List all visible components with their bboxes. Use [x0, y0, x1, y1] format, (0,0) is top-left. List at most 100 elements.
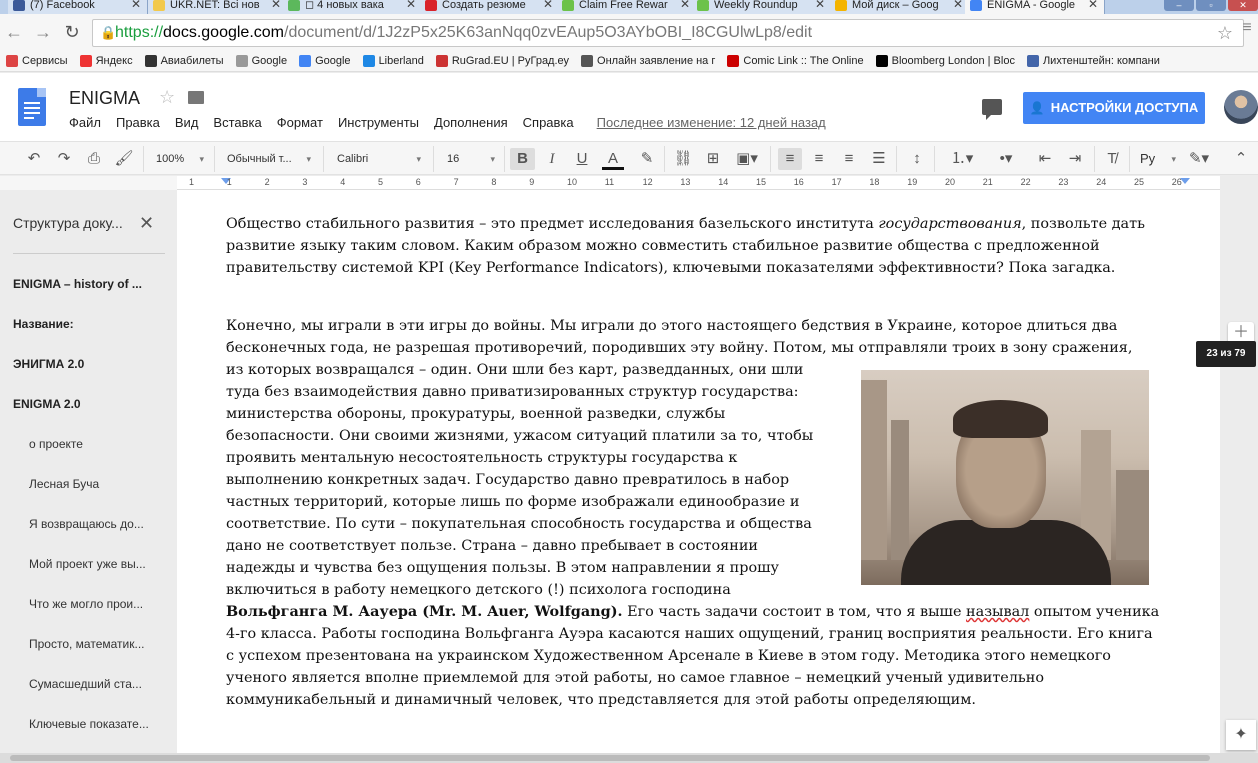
- menu-edit[interactable]: Правка: [116, 115, 160, 130]
- portrait-photo[interactable]: [861, 370, 1149, 585]
- bookmark-item[interactable]: Liberland: [357, 54, 430, 67]
- browser-tab[interactable]: Мой диск – Goog ✕: [830, 0, 970, 14]
- comment-add-icon[interactable]: ⊞: [702, 148, 724, 170]
- close-icon[interactable]: ✕: [543, 0, 553, 10]
- explore-icon[interactable]: ✦: [1226, 720, 1256, 750]
- close-icon[interactable]: ✕: [815, 0, 825, 10]
- outline-item[interactable]: ЭНИГМА 2.0: [13, 357, 163, 371]
- outline-item[interactable]: Мой проект уже вы...: [29, 557, 161, 571]
- minimize-button[interactable]: –: [1164, 0, 1194, 11]
- outline-item[interactable]: ENIGMA – history of ...: [13, 277, 163, 291]
- forward-icon[interactable]: →: [32, 22, 54, 43]
- share-button[interactable]: 👤 НАСТРОЙКИ ДОСТУПА: [1023, 92, 1205, 124]
- back-icon[interactable]: ←: [3, 22, 25, 43]
- print-icon[interactable]: ⎙: [84, 148, 104, 170]
- menu-addons[interactable]: Дополнения: [434, 115, 508, 130]
- folder-icon[interactable]: [188, 91, 204, 104]
- window-close-button[interactable]: ✕: [1228, 0, 1258, 11]
- reload-icon[interactable]: ↻: [61, 22, 83, 43]
- close-icon[interactable]: ✕: [680, 0, 690, 10]
- menu-icon[interactable]: ≡: [1236, 19, 1258, 37]
- bookmark-item[interactable]: Онлайн заявление на г: [575, 54, 721, 67]
- text-color-button[interactable]: A: [602, 148, 624, 170]
- bookmark-item[interactable]: Яндекс: [74, 54, 139, 67]
- browser-tab[interactable]: Создать резюме ✕: [420, 0, 560, 14]
- highlight-icon[interactable]: ✎: [636, 148, 658, 170]
- clear-formatting-icon[interactable]: T̸: [1101, 148, 1123, 170]
- redo-icon[interactable]: ↷: [54, 148, 74, 170]
- outline-item[interactable]: Что же могло прои...: [29, 597, 161, 611]
- paint-format-icon[interactable]: 🖌: [114, 148, 134, 170]
- bookmark-item[interactable]: RuGrad.EU | РуГрад.еу: [430, 54, 575, 67]
- bookmark-item[interactable]: Bloomberg London | Bloc: [870, 54, 1021, 67]
- zoom-select[interactable]: 100%: [156, 148, 204, 170]
- align-left-icon[interactable]: ≡: [778, 148, 802, 170]
- close-icon[interactable]: ✕: [953, 0, 963, 10]
- input-tools-select[interactable]: Ру: [1140, 148, 1176, 170]
- bookmark-item[interactable]: Лихтенштейн: компани: [1021, 54, 1166, 67]
- close-icon[interactable]: ✕: [131, 0, 141, 10]
- paragraph[interactable]: Общество стабильного развития – это пред…: [226, 213, 1186, 279]
- outline-item[interactable]: Лесная Буча: [29, 477, 161, 491]
- outline-item[interactable]: Я возвращаюсь до...: [29, 517, 161, 531]
- browser-tab-active[interactable]: ENIGMA - Google ✕: [965, 0, 1105, 14]
- increase-indent-icon[interactable]: ⇥: [1064, 148, 1086, 170]
- bookmark-item[interactable]: Google: [230, 54, 293, 67]
- bookmark-star-icon[interactable]: ☆: [1217, 20, 1233, 46]
- browser-tab[interactable]: Weekly Roundup ✕: [692, 0, 832, 14]
- horizontal-scrollbar[interactable]: [0, 753, 1258, 763]
- ruler[interactable]: 1 1 2 3 4 5 6 7 8 9 10 11 12 13 14 15 16 17 18 19 20 21 22 23 24…: [177, 176, 1220, 190]
- menu-help[interactable]: Справка: [523, 115, 574, 130]
- bulleted-list-icon[interactable]: •▾: [988, 148, 1024, 170]
- underline-button[interactable]: U: [571, 148, 593, 170]
- bookmark-item[interactable]: Авиабилеты: [139, 54, 230, 67]
- style-select[interactable]: Обычный т...: [227, 148, 311, 170]
- avatar[interactable]: [1224, 90, 1258, 124]
- menu-view[interactable]: Вид: [175, 115, 199, 130]
- bookmark-item[interactable]: Сервисы: [0, 54, 74, 67]
- comments-icon[interactable]: [982, 99, 1002, 120]
- document-title[interactable]: ENIGMA: [69, 88, 140, 109]
- link-icon[interactable]: ⛓: [672, 148, 694, 170]
- close-icon[interactable]: ✕: [1088, 0, 1098, 10]
- docs-logo-icon[interactable]: [18, 88, 46, 126]
- editing-mode-icon[interactable]: ✎▾: [1182, 148, 1216, 170]
- outline-item[interactable]: Просто, математик...: [29, 637, 161, 651]
- menu-insert[interactable]: Вставка: [213, 115, 261, 130]
- align-justify-icon[interactable]: ☰: [868, 148, 890, 170]
- browser-tab[interactable]: UKR.NET: Всі нов ✕: [148, 0, 288, 14]
- line-spacing-icon[interactable]: ↕: [906, 148, 928, 170]
- bookmark-item[interactable]: Comic Link :: The Online: [721, 54, 869, 67]
- outline-item[interactable]: Ключевые показате...: [29, 717, 161, 731]
- align-right-icon[interactable]: ≡: [838, 148, 860, 170]
- font-select[interactable]: Calibri: [337, 148, 421, 170]
- outline-item[interactable]: Сумасшедший ста...: [29, 677, 161, 691]
- numbered-list-icon[interactable]: ⒈▾: [944, 148, 980, 170]
- decrease-indent-icon[interactable]: ⇤: [1034, 148, 1056, 170]
- undo-icon[interactable]: ↶: [24, 148, 44, 170]
- browser-tab[interactable]: Claim Free Rewar ✕: [557, 0, 697, 14]
- image-icon[interactable]: ▣▾: [732, 148, 762, 170]
- document-page[interactable]: Общество стабильного развития – это пред…: [177, 190, 1220, 753]
- outline-item[interactable]: Название:: [13, 317, 163, 331]
- menu-tools[interactable]: Инструменты: [338, 115, 419, 130]
- star-icon[interactable]: ☆: [159, 87, 175, 108]
- align-center-icon[interactable]: ≡: [808, 148, 830, 170]
- menu-file[interactable]: Файл: [69, 115, 101, 130]
- font-size-select[interactable]: 16: [447, 148, 495, 170]
- outline-item[interactable]: ENIGMA 2.0: [13, 397, 163, 411]
- close-icon[interactable]: ✕: [139, 213, 154, 234]
- bookmark-item[interactable]: Google: [293, 54, 356, 67]
- close-icon[interactable]: ✕: [406, 0, 416, 10]
- menu-format[interactable]: Формат: [277, 115, 323, 130]
- bold-button[interactable]: B: [510, 148, 535, 170]
- collapse-icon[interactable]: ⌃: [1230, 148, 1252, 170]
- maximize-button[interactable]: ▫: [1196, 0, 1226, 11]
- last-edit-link[interactable]: Последнее изменение: 12 дней назад: [597, 115, 826, 130]
- italic-button[interactable]: I: [541, 148, 563, 170]
- browser-tab[interactable]: (7) Facebook ✕: [8, 0, 148, 14]
- address-bar[interactable]: 🔒 https://docs.google.com/document/d/1J2…: [92, 19, 1244, 47]
- browser-tab[interactable]: ◻ 4 новых вака ✕: [283, 0, 423, 14]
- close-icon[interactable]: ✕: [271, 0, 281, 10]
- outline-item[interactable]: о проекте: [29, 437, 161, 451]
